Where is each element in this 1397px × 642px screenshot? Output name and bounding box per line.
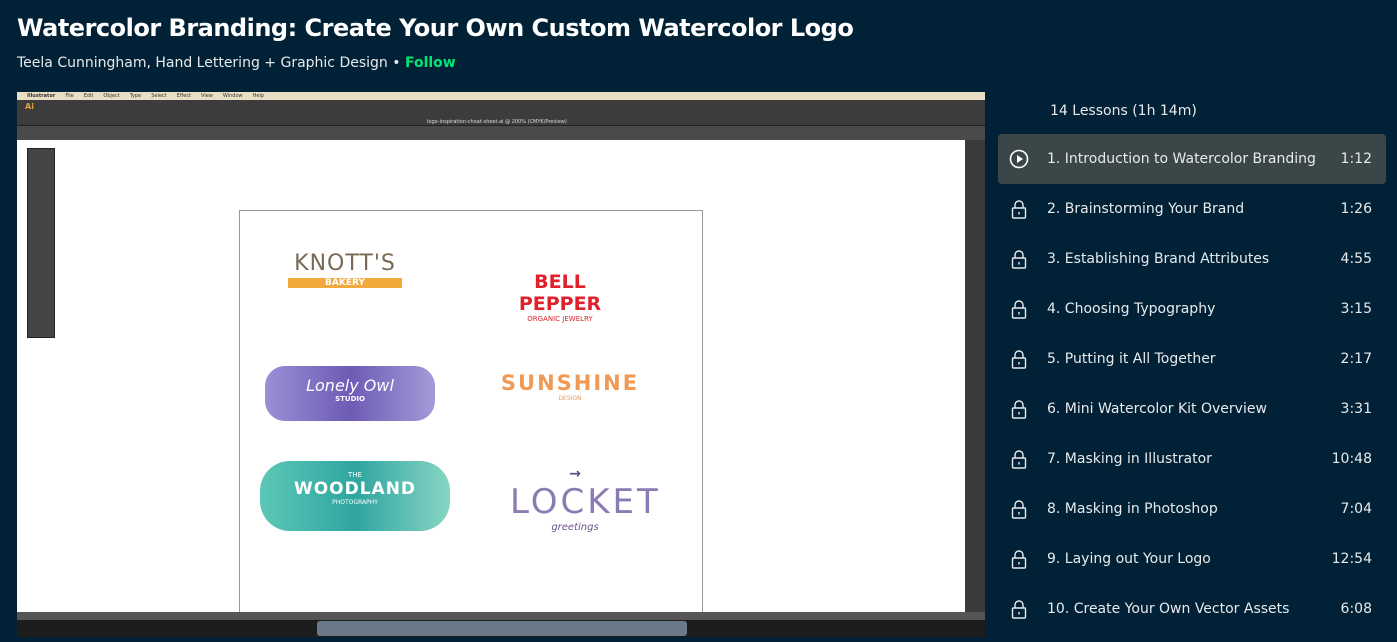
lesson-title: 7. Masking in Illustrator [1047, 451, 1212, 467]
lock-icon [1009, 349, 1029, 369]
menu-item: Edit [83, 93, 94, 99]
lock-icon [1009, 249, 1029, 269]
lock-icon [1009, 499, 1029, 519]
lesson-item[interactable]: 5. Putting it All Together 2:17 [998, 334, 1386, 384]
lesson-title: 3. Establishing Brand Attributes [1047, 251, 1270, 267]
lesson-item[interactable]: 1. Introduction to Watercolor Branding 1… [998, 134, 1386, 184]
lesson-item[interactable]: 4. Choosing Typography 3:15 [998, 284, 1386, 334]
logo-text: PHOTOGRAPHY [332, 499, 378, 506]
lock-icon [1009, 549, 1029, 569]
artboard: KNOTT'S BAKERY BELL PEPPER ORGANIC JEWEL… [239, 210, 703, 620]
lesson-duration: 12:54 [1331, 551, 1372, 567]
logo-text: greetings [551, 522, 599, 533]
lesson-duration: 3:15 [1340, 301, 1372, 317]
logo-text: BAKERY [288, 278, 402, 288]
menu-item: Effect [176, 93, 192, 99]
author[interactable]: Teela Cunningham, Hand Lettering + Graph… [17, 55, 388, 71]
lesson-title: 1. Introduction to Watercolor Branding [1047, 151, 1316, 167]
doc-title: logo-inspiration-cheat-sheet.ai @ 200% (… [427, 119, 567, 125]
logo-text: STUDIO [335, 395, 365, 403]
lesson-count: 14 Lessons (1h 14m) [1050, 103, 1197, 119]
logo-text: BELL PEPPER [518, 271, 602, 315]
lesson-item[interactable]: 8. Masking in Photoshop 7:04 [998, 484, 1386, 534]
lesson-duration: 4:55 [1340, 251, 1372, 267]
lesson-title: 4. Choosing Typography [1047, 301, 1216, 317]
lesson-title: 6. Mini Watercolor Kit Overview [1047, 401, 1267, 417]
lesson-duration: 1:12 [1340, 151, 1372, 167]
lesson-item[interactable]: 9. Laying out Your Logo 12:54 [998, 534, 1386, 584]
status-bar [17, 612, 985, 620]
lesson-title: 9. Laying out Your Logo [1047, 551, 1211, 567]
play-icon [1009, 149, 1029, 169]
document-tabs [17, 126, 985, 140]
lock-icon [1009, 399, 1029, 419]
lesson-duration: 6:08 [1340, 601, 1372, 617]
lesson-duration: 2:17 [1340, 351, 1372, 367]
lesson-item[interactable]: 3. Establishing Brand Attributes 4:55 [998, 234, 1386, 284]
lesson-title: 10. Create Your Own Vector Assets [1047, 601, 1290, 617]
video-player[interactable]: Illustrator File Edit Object Type Select… [17, 92, 985, 637]
lesson-item[interactable]: 2. Brainstorming Your Brand 1:26 [998, 184, 1386, 234]
menu-item: Select [151, 93, 167, 99]
lesson-duration: 7:04 [1340, 501, 1372, 517]
menu-item: Window [222, 93, 243, 99]
right-panel [965, 140, 985, 620]
logo-text: SUNSHINE [500, 371, 640, 395]
lesson-title: 5. Putting it All Together [1047, 351, 1216, 367]
logo-text: KNOTT'S [294, 251, 396, 276]
logo-text: DESIGN [558, 395, 582, 402]
lesson-item[interactable]: 6. Mini Watercolor Kit Overview 3:31 [998, 384, 1386, 434]
lesson-title: 2. Brainstorming Your Brand [1047, 201, 1245, 217]
logo-text: THE [348, 471, 362, 479]
course-title: Watercolor Branding: Create Your Own Cus… [17, 14, 854, 42]
menu-item: Illustrator [27, 93, 56, 99]
logo-text: ORGANIC JEWELRY [527, 315, 593, 323]
lock-icon [1009, 449, 1029, 469]
lock-icon [1009, 599, 1029, 619]
menu-item: Help [252, 93, 265, 99]
control-bar: Ai logo-inspiration-cheat-sheet.ai @ 200… [17, 100, 985, 126]
lock-icon [1009, 199, 1029, 219]
lesson-item[interactable]: 10. Create Your Own Vector Assets 6:08 [998, 584, 1386, 634]
follow-button[interactable]: Follow [405, 55, 456, 71]
lesson-duration: 3:31 [1340, 401, 1372, 417]
logo-text: WOODLAND [293, 479, 417, 499]
course-subtitle: Teela Cunningham, Hand Lettering + Graph… [17, 55, 456, 71]
app-menubar: Illustrator File Edit Object Type Select… [17, 92, 985, 100]
lesson-item[interactable]: 7. Masking in Illustrator 10:48 [998, 434, 1386, 484]
separator: • [392, 55, 401, 71]
mac-dock [17, 620, 985, 637]
menu-item: Object [103, 93, 120, 99]
menu-item: Type [129, 93, 142, 99]
tools-panel [27, 148, 55, 338]
logo-text: Lonely Owl [306, 376, 394, 395]
lock-icon [1009, 299, 1029, 319]
lesson-duration: 1:26 [1340, 201, 1372, 217]
lesson-title: 8. Masking in Photoshop [1047, 501, 1218, 517]
lesson-duration: 10:48 [1331, 451, 1372, 467]
logo-text: LOCKET [510, 482, 661, 522]
menu-item: File [65, 93, 74, 99]
menu-item: View [201, 93, 213, 99]
